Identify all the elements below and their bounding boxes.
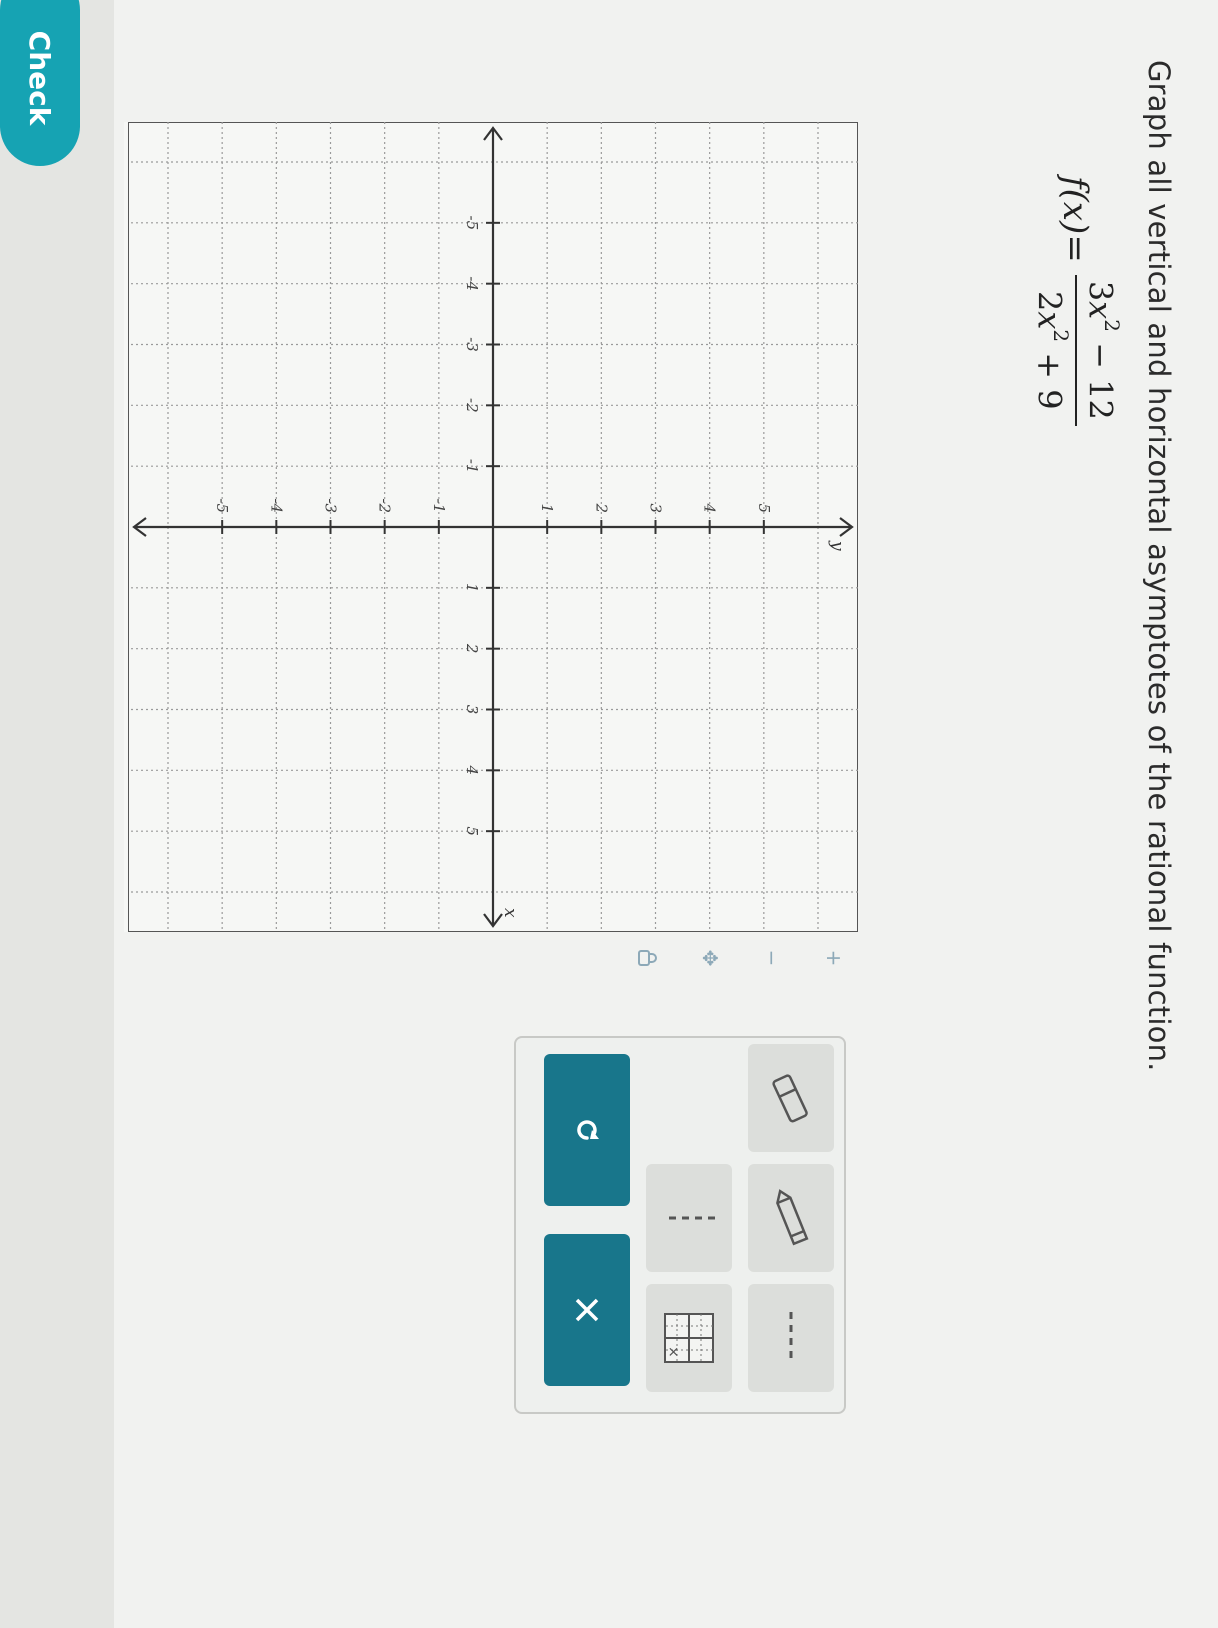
y-tick-label: 3 [647, 503, 665, 513]
vertical-asymptote-button[interactable] [646, 1164, 732, 1272]
denominator-constant: + 9 [1030, 342, 1069, 410]
formula: f(x)= 3x2 − 12 2x2 + 9 [1031, 176, 1124, 426]
graph-area[interactable]: -5 -4 -3 -2 -1 1 2 3 4 5 5 4 3 2 1 -1 -2 -3 -4 -5 x y [124, 121, 859, 933]
numerator-variable: x [1081, 301, 1120, 320]
pencil-icon [776, 1189, 809, 1246]
x-tick-label: 5 [463, 826, 481, 836]
bottom-bar [0, 0, 114, 1628]
denominator-variable: x [1030, 311, 1069, 330]
x-tick-label: -1 [463, 459, 481, 474]
y-tick-label: 4 [701, 502, 719, 513]
fraction: 3x2 − 12 2x2 + 9 [1031, 274, 1124, 426]
y-axis-label: y [827, 540, 847, 551]
clear-button[interactable] [544, 1234, 630, 1386]
lock-glyph [638, 950, 657, 966]
zoom-in-icon[interactable]: + [814, 938, 854, 978]
horizontal-dashed-line-icon [789, 1312, 793, 1364]
numerator-constant: − 12 [1081, 331, 1120, 420]
graphing-toolbox: × [514, 1036, 846, 1414]
graph-type-button[interactable]: × [646, 1284, 732, 1392]
check-label: Check [23, 30, 57, 126]
undo-button[interactable] [544, 1054, 630, 1206]
lock-icon[interactable] [628, 938, 668, 978]
check-button[interactable]: Check [0, 0, 80, 166]
question-text: Graph all vertical and horizontal asympt… [1142, 60, 1176, 1072]
x-tick-label: 2 [463, 643, 481, 654]
x-tick-label: -3 [463, 337, 481, 352]
denominator-coefficient: 2 [1030, 290, 1069, 312]
y-tick-label: -2 [376, 498, 394, 513]
y-tick-label: -1 [430, 498, 448, 513]
move-glyph: ✥ [698, 949, 722, 967]
x-tick-label: 1 [463, 583, 481, 593]
y-tick-label: 1 [538, 503, 556, 513]
rotated-screen: Graph all vertical and horizontal asympt… [0, 0, 1218, 1628]
x-tick-label: -2 [463, 398, 481, 413]
y-tick-label: 2 [592, 502, 610, 513]
numerator-exponent: 2 [1100, 319, 1124, 332]
numerator: 3x2 − 12 [1075, 274, 1124, 426]
eraser-button[interactable] [748, 1044, 834, 1152]
zoom-out-icon[interactable]: − [752, 938, 792, 978]
move-icon[interactable]: ✥ [690, 938, 730, 978]
mini-graph-icon: × [664, 1313, 714, 1363]
function-variable: (x) [1055, 188, 1096, 235]
y-tick-label: -3 [322, 498, 340, 513]
y-tick-label: -4 [267, 498, 285, 513]
vertical-dashed-line-icon [663, 1216, 715, 1220]
denominator: 2x2 + 9 [1031, 285, 1076, 416]
zoom-in-glyph: + [822, 949, 846, 967]
x-axis-label: x [500, 908, 520, 918]
x-tick-label: -4 [463, 276, 481, 291]
close-icon [575, 1298, 599, 1322]
undo-icon [577, 1120, 599, 1140]
page: Graph all vertical and horizontal asympt… [0, 0, 1218, 1628]
zoom-out-glyph: − [760, 949, 784, 967]
svg-text:×: × [665, 1346, 681, 1358]
x-tick-label: 4 [463, 765, 481, 776]
function-name: f [1055, 176, 1096, 189]
pencil-button[interactable] [748, 1164, 834, 1272]
graph-tools: + − ✥ [628, 938, 854, 978]
formula-lhs: f(x)= [1055, 176, 1095, 263]
eraser-icon [772, 1074, 808, 1123]
denominator-exponent: 2 [1049, 329, 1074, 343]
horizontal-dashed-line-button[interactable] [748, 1284, 834, 1392]
y-tick-label: 5 [755, 503, 773, 513]
x-tick-label: -5 [463, 216, 481, 231]
x-tick-label: 3 [463, 705, 481, 715]
numerator-coefficient: 3 [1081, 280, 1120, 302]
y-tick-label: -5 [213, 498, 231, 513]
coordinate-grid[interactable]: -5 -4 -3 -2 -1 1 2 3 4 5 5 4 3 2 1 -1 -2 -3 -4 -5 x y [127, 121, 859, 933]
equals-sign: = [1055, 234, 1096, 263]
